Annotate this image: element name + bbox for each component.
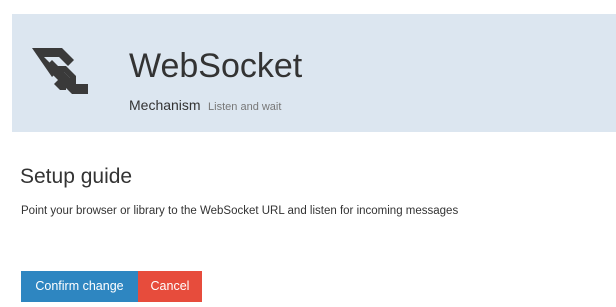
websocket-logo-icon: [32, 44, 92, 100]
confirm-change-button[interactable]: Confirm change: [21, 271, 138, 302]
page-title: WebSocket: [129, 47, 303, 85]
cancel-button[interactable]: Cancel: [138, 271, 202, 302]
setup-guide-heading: Setup guide: [20, 165, 133, 188]
mechanism-value: Listen and wait: [208, 101, 282, 113]
integration-header: WebSocket Mechanism Listen and wait: [12, 14, 616, 132]
mechanism-label: Mechanism: [129, 97, 201, 113]
setup-guide-description: Point your browser or library to the Web…: [21, 205, 459, 217]
mechanism-info: Mechanism Listen and wait: [129, 96, 281, 116]
